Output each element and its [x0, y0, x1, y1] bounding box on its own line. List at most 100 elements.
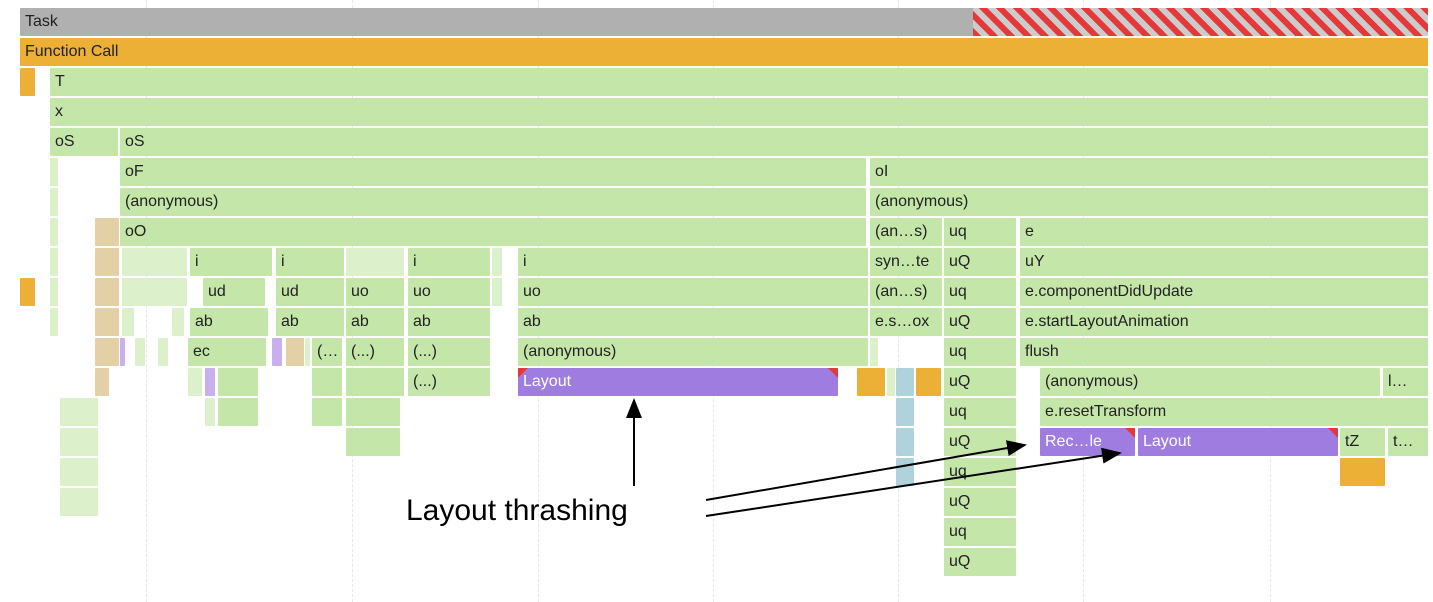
tan-1[interactable]	[95, 218, 119, 246]
pale-6[interactable]	[346, 248, 404, 276]
pale-13b[interactable]	[158, 338, 168, 366]
lilac-3[interactable]	[205, 368, 215, 396]
pale-5[interactable]	[122, 248, 187, 276]
fn-uq-1[interactable]: uq	[944, 218, 1016, 246]
fn-ec[interactable]: ec	[188, 338, 266, 366]
ssm-9[interactable]	[346, 428, 400, 456]
ssm-5[interactable]	[205, 398, 215, 426]
yellow-sliver-1[interactable]	[20, 68, 35, 96]
fn-uq-5[interactable]: uq	[944, 458, 1016, 486]
pale-ecg[interactable]	[305, 338, 310, 366]
ssm-2[interactable]	[218, 368, 258, 396]
pale-7[interactable]	[492, 248, 502, 276]
tan-5[interactable]	[95, 338, 119, 366]
ssm-4[interactable]	[346, 368, 404, 396]
fn-ellipsis-3[interactable]: (...)	[408, 338, 490, 366]
fn-uq-2[interactable]: uq	[944, 278, 1016, 306]
pale-13[interactable]	[135, 338, 145, 366]
fn-x[interactable]: x	[50, 98, 1428, 126]
fn-anon-4[interactable]: (anonymous)	[1040, 368, 1380, 396]
lilac-1[interactable]	[120, 338, 125, 366]
fn-componentDidUpdate[interactable]: e.componentDidUpdate	[1020, 278, 1428, 306]
pale-9[interactable]	[122, 278, 187, 306]
pale-10[interactable]	[492, 278, 502, 306]
pale-17[interactable]	[60, 488, 98, 516]
fn-oS-2[interactable]: oS	[120, 128, 1428, 156]
pale-3[interactable]	[50, 218, 58, 246]
fn-ltrail[interactable]: l…	[1383, 368, 1428, 396]
layout-bar-1[interactable]: Layout	[518, 368, 838, 396]
pale-1[interactable]	[50, 158, 58, 186]
fn-anon-2[interactable]: (anonymous)	[870, 188, 1428, 216]
ssm-3[interactable]	[312, 368, 342, 396]
pale-anon-r[interactable]	[870, 338, 878, 366]
fn-oO[interactable]: oO	[120, 218, 866, 246]
flame-chart[interactable]: TaskFunction CallTxoSoSoFoI(anonymous)(a…	[0, 0, 1433, 602]
fn-resetTransform[interactable]: e.resetTransform	[1040, 398, 1428, 426]
layout-bar-2[interactable]: Layout	[1138, 428, 1338, 456]
ssm-7[interactable]	[312, 398, 342, 426]
fn-oS-1[interactable]: oS	[50, 128, 118, 156]
fn-i-1[interactable]: i	[190, 248, 272, 276]
yellow-sliver-2[interactable]	[20, 278, 35, 306]
ssm-8[interactable]	[346, 398, 400, 426]
yellow-small-1[interactable]	[857, 368, 885, 396]
pale-4[interactable]	[50, 248, 58, 276]
pale-8[interactable]	[50, 278, 58, 306]
fn-uY[interactable]: uY	[1020, 248, 1428, 276]
fn-ud-2[interactable]: ud	[276, 278, 344, 306]
pale-2[interactable]	[50, 188, 58, 216]
lb-4[interactable]	[896, 458, 914, 486]
pale-12b[interactable]	[172, 308, 184, 336]
fn-es-ox[interactable]: e.s…ox	[870, 308, 942, 336]
pale-14[interactable]	[60, 398, 98, 426]
fn-oI[interactable]: oI	[870, 158, 1428, 186]
fn-tZ[interactable]: tZ	[1340, 428, 1385, 456]
fn-uq-3[interactable]: uq	[944, 338, 1016, 366]
tan-3[interactable]	[95, 278, 119, 306]
fn-uQ-1[interactable]: uQ	[944, 248, 1016, 276]
fn-i-2[interactable]: i	[276, 248, 344, 276]
lb-2[interactable]	[896, 398, 914, 426]
lilac-2[interactable]	[272, 338, 282, 366]
fn-uo-2[interactable]: uo	[518, 278, 868, 306]
ssm-6[interactable]	[218, 398, 258, 426]
fn-anon-1[interactable]: (anonymous)	[120, 188, 866, 216]
pale-11[interactable]	[50, 308, 58, 336]
fn-ab-5[interactable]: ab	[518, 308, 868, 336]
ssm-1[interactable]	[188, 368, 202, 396]
fn-ellipsis-4[interactable]: (...)	[408, 368, 490, 396]
fn-ellipsis-1[interactable]: (…	[312, 338, 342, 366]
tan-2[interactable]	[95, 248, 119, 276]
fn-uQ-4[interactable]: uQ	[944, 428, 1016, 456]
fn-ellipsis-2[interactable]: (...)	[346, 338, 404, 366]
fn-t[interactable]: t…	[1388, 428, 1428, 456]
fn-uq-4[interactable]: uq	[944, 398, 1016, 426]
tan-6[interactable]	[95, 368, 109, 396]
lb-3[interactable]	[896, 428, 914, 456]
fn-oF[interactable]: oF	[120, 158, 866, 186]
tan-4[interactable]	[95, 308, 119, 336]
fn-uo-0[interactable]: uo	[346, 278, 404, 306]
fn-uQ-2[interactable]: uQ	[944, 308, 1016, 336]
fn-i-3[interactable]: i	[408, 248, 490, 276]
fn-ud-1[interactable]: ud	[203, 278, 265, 306]
fn-uQ-3[interactable]: uQ	[944, 368, 1016, 396]
fn-uq-6[interactable]: uq	[944, 518, 1016, 546]
yellow-small-3[interactable]	[1340, 458, 1385, 486]
lb-1[interactable]	[896, 368, 914, 396]
fn-T[interactable]: T	[50, 68, 1428, 96]
fn-ab-4[interactable]: ab	[408, 308, 490, 336]
pale-15[interactable]	[60, 428, 98, 456]
fn-syn-te[interactable]: syn…te	[870, 248, 942, 276]
fn-uQ-5[interactable]: uQ	[944, 488, 1016, 516]
fn-an-s[interactable]: (an…s)	[870, 218, 942, 246]
fn-an-s-2[interactable]: (an…s)	[870, 278, 942, 306]
tan-ec[interactable]	[286, 338, 304, 366]
fn-i-4[interactable]: i	[518, 248, 868, 276]
fn-e[interactable]: e	[1020, 218, 1428, 246]
pale-grn-sm[interactable]	[887, 368, 895, 396]
fn-ab-3[interactable]: ab	[346, 308, 404, 336]
fn-flush[interactable]: flush	[1020, 338, 1428, 366]
pale-12[interactable]	[122, 308, 134, 336]
